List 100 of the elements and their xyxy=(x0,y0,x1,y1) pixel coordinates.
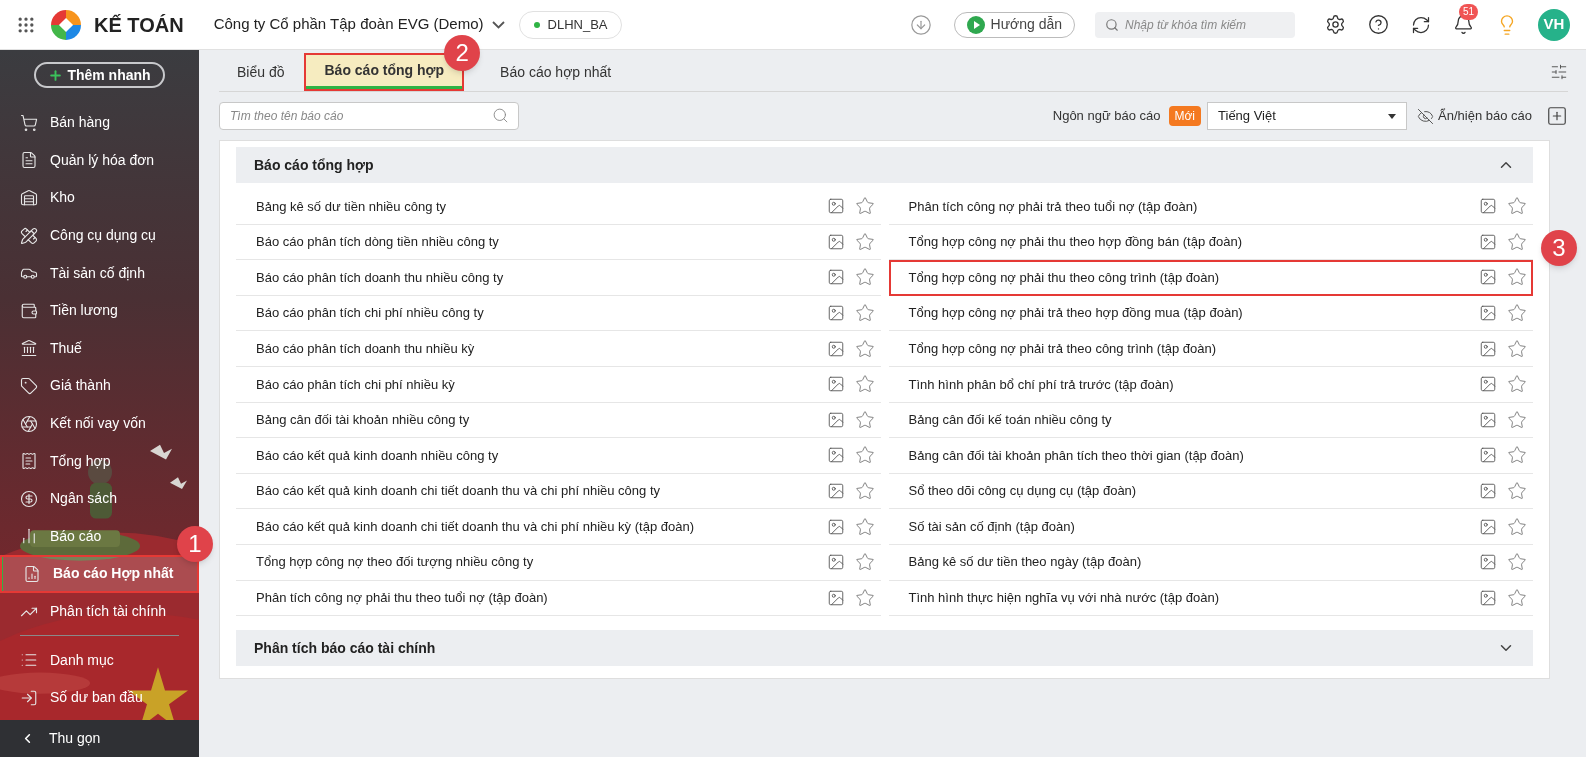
report-name[interactable]: Sổ theo dõi công cụ dụng cụ (tập đoàn) xyxy=(908,481,1479,501)
star-icon[interactable] xyxy=(854,303,875,324)
image-icon[interactable] xyxy=(1479,339,1497,358)
notification-icon[interactable] xyxy=(1453,14,1474,35)
sidebar-item[interactable]: Danh mục xyxy=(0,641,114,679)
report-name[interactable]: Bảng kê số dư tiền theo ngày (tập đoàn) xyxy=(908,552,1479,572)
star-icon[interactable] xyxy=(854,587,875,608)
sidebar-item[interactable]: Báo cáo Hợp nhất xyxy=(0,555,199,593)
sidebar-item[interactable]: Tài sản cố định xyxy=(0,254,145,292)
image-icon[interactable] xyxy=(826,232,845,251)
image-icon[interactable] xyxy=(826,410,845,429)
sidebar-item[interactable]: Kết nối vay vốn xyxy=(0,404,146,443)
section-header[interactable]: Báo cáo tổng hợp xyxy=(236,147,1533,183)
report-name[interactable]: Tổng hợp công nợ phải thu theo công trình (tập đoàn) xyxy=(908,267,1479,288)
report-name[interactable]: Báo cáo phân tích chi phí nhiều kỳ xyxy=(256,374,827,394)
tab[interactable]: Biểu đồ xyxy=(219,55,303,89)
sidebar-item[interactable]: Bán hàng xyxy=(0,104,110,142)
report-name[interactable]: Tình hình phân bổ chí phí trả trước (tập đoàn) xyxy=(908,374,1479,394)
image-icon[interactable] xyxy=(1479,517,1497,536)
company-selector[interactable]: Công ty Cổ phần Tập đoàn EVG (Demo) xyxy=(213,13,505,36)
global-search-field[interactable]: Nhập từ khóa tìm kiếm xyxy=(1095,11,1295,38)
report-name[interactable]: Tình hình thực hiện nghĩa vụ với nhà nước (tập đoàn) xyxy=(908,588,1479,608)
image-icon[interactable] xyxy=(1479,446,1497,465)
star-icon[interactable] xyxy=(1507,587,1527,608)
report-name[interactable]: Báo cáo phân tích doanh thu nhiều kỳ xyxy=(256,338,827,359)
report-name[interactable]: Phân tích công nợ phải thu theo tuổi nợ (tập đoàn) xyxy=(256,588,827,608)
sidebar-item[interactable]: Tổng hợp xyxy=(0,442,111,480)
star-icon[interactable] xyxy=(854,445,875,466)
star-icon[interactable] xyxy=(854,231,875,252)
report-name[interactable]: Bảng cân đối kế toán nhiều công ty xyxy=(908,410,1479,430)
sidebar-item[interactable]: Phân tích tài chính xyxy=(0,592,166,631)
image-icon[interactable] xyxy=(826,517,845,536)
image-icon[interactable] xyxy=(826,482,845,501)
image-icon[interactable] xyxy=(826,197,845,216)
star-icon[interactable] xyxy=(1507,267,1527,288)
star-icon[interactable] xyxy=(1507,196,1527,217)
quick-add-button[interactable]: Thêm nhanh xyxy=(34,62,165,88)
image-icon[interactable] xyxy=(1479,304,1497,323)
report-name[interactable]: Báo cáo phân tích chi phí nhiều công ty xyxy=(256,303,827,323)
star-icon[interactable] xyxy=(1507,516,1527,537)
star-icon[interactable] xyxy=(1507,374,1527,395)
star-icon[interactable] xyxy=(1507,231,1527,252)
sidebar-item[interactable]: Công cụ dụng cụ xyxy=(0,216,156,255)
image-icon[interactable] xyxy=(1479,268,1497,287)
report-name[interactable]: Báo cáo kết quả kinh doanh nhiều công ty xyxy=(256,445,827,466)
toggle-reports-button[interactable]: Ẩn/hiện báo cáo xyxy=(1417,106,1532,126)
star-icon[interactable] xyxy=(854,409,875,430)
report-name[interactable]: Bảng cân đối tài khoản nhiều công ty xyxy=(256,410,827,430)
image-icon[interactable] xyxy=(826,304,845,323)
image-icon[interactable] xyxy=(1479,375,1497,394)
sidebar-item[interactable]: Báo cáo xyxy=(0,517,102,556)
add-icon[interactable] xyxy=(1546,105,1568,127)
star-icon[interactable] xyxy=(854,338,875,359)
star-icon[interactable] xyxy=(854,516,875,537)
star-icon[interactable] xyxy=(854,267,875,288)
image-icon[interactable] xyxy=(826,553,845,572)
sync-icon[interactable] xyxy=(1411,14,1431,35)
download-icon[interactable] xyxy=(909,13,932,36)
image-icon[interactable] xyxy=(1479,482,1497,501)
sidebar-item[interactable]: Quản lý hóa đơn xyxy=(0,141,155,180)
star-icon[interactable] xyxy=(1507,338,1527,359)
star-icon[interactable] xyxy=(1507,303,1527,324)
report-name[interactable]: Báo cáo kết quả kinh doanh chi tiết doanh thu và chi phí nhiều công ty xyxy=(256,481,827,501)
report-name[interactable]: Bảng kê số dư tiền nhiều công ty xyxy=(256,196,827,217)
report-name[interactable]: Bảng cân đối tài khoản phân tích theo thời gian (tập đoàn) xyxy=(908,445,1479,466)
section-header[interactable]: Phân tích báo cáo tài chính xyxy=(236,630,1533,667)
report-name[interactable]: Phân tích công nợ phải trả theo tuổi nợ (tập đoàn) xyxy=(908,196,1479,217)
image-icon[interactable] xyxy=(826,268,845,287)
image-icon[interactable] xyxy=(1479,553,1497,572)
star-icon[interactable] xyxy=(1507,409,1527,430)
image-icon[interactable] xyxy=(826,375,845,394)
star-icon[interactable] xyxy=(854,374,875,395)
report-name[interactable]: Tổng hợp công nợ phải thu theo hợp đồng bán (tập đoàn) xyxy=(908,232,1479,252)
settings-icon[interactable] xyxy=(1325,14,1346,35)
highlighted-report-row[interactable]: Tổng hợp công nợ phải thu theo công trình (tập đoàn) xyxy=(888,260,1533,296)
sidebar-item[interactable]: Thuế xyxy=(0,329,82,368)
star-icon[interactable] xyxy=(854,481,875,502)
image-icon[interactable] xyxy=(826,446,845,465)
image-icon[interactable] xyxy=(1479,588,1497,607)
star-icon[interactable] xyxy=(1507,481,1527,502)
collapse-button[interactable]: Thu gọn xyxy=(0,720,199,757)
image-icon[interactable] xyxy=(1479,410,1497,429)
sidebar-item[interactable]: Ngân sách xyxy=(0,479,117,518)
sidebar-item[interactable]: Kho xyxy=(0,179,75,217)
star-icon[interactable] xyxy=(1507,552,1527,573)
image-icon[interactable] xyxy=(1479,232,1497,251)
sidebar-item[interactable]: Giá thành xyxy=(0,367,111,405)
star-icon[interactable] xyxy=(854,196,875,217)
report-name[interactable]: Tổng hợp công nợ phải trả theo hợp đồng mua (tập đoàn) xyxy=(908,303,1479,323)
report-name[interactable]: Báo cáo phân tích doanh thu nhiều công ty xyxy=(256,267,827,288)
image-icon[interactable] xyxy=(1479,197,1497,216)
help-icon[interactable] xyxy=(1368,14,1389,35)
report-name[interactable]: Số tài sản cố định (tập đoàn) xyxy=(908,516,1479,537)
report-name[interactable]: Báo cáo kết quả kinh doanh chi tiết doanh thu và chi phí nhiều kỳ (tập đoàn) xyxy=(256,516,827,537)
report-search-field[interactable]: Tìm theo tên báo cáo xyxy=(219,102,519,130)
image-icon[interactable] xyxy=(826,588,845,607)
sidebar-item[interactable]: Tiền lương xyxy=(0,291,118,330)
filter-settings-icon[interactable] xyxy=(1550,63,1568,81)
sidebar-item[interactable]: Số dư ban đầu xyxy=(0,678,143,717)
report-name[interactable]: Tổng hợp công nợ phải trả theo công trình (tập đoàn) xyxy=(908,338,1479,359)
